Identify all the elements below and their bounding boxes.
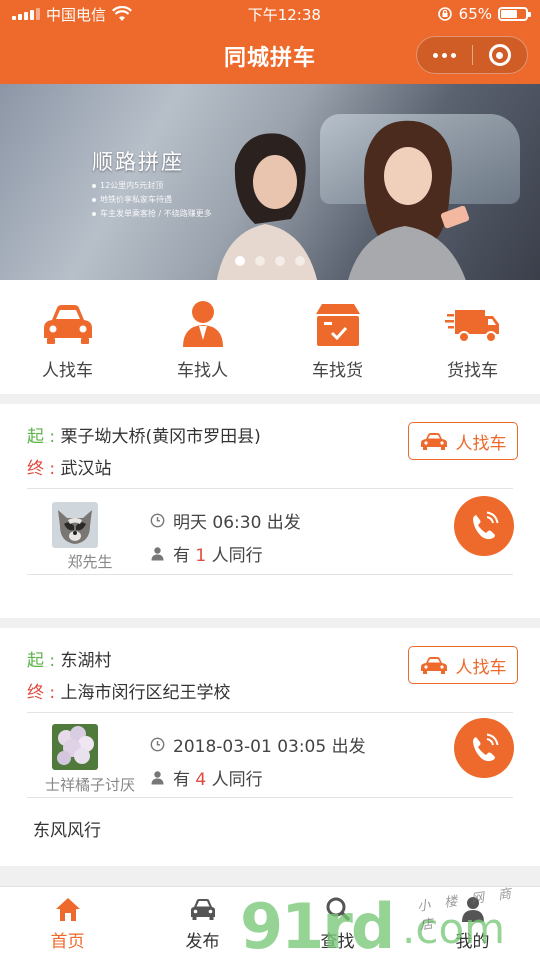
tab-search[interactable]: 查找 [270, 887, 405, 960]
banner-dot[interactable] [255, 256, 265, 266]
tab-publish[interactable]: 发布 [135, 887, 270, 960]
more-button[interactable] [417, 37, 472, 73]
banner-dot[interactable] [275, 256, 285, 266]
car-icon [190, 899, 215, 920]
signal-icon [12, 8, 40, 20]
departure-time: 2018-03-01 03:05 出发 [150, 732, 366, 757]
category-label: 人找车 [42, 361, 93, 381]
trip-card[interactable]: 起 : 东湖村 终 : 上海市闵行区纪王学校 人找车 士祥橘子讨厌 2018-0… [0, 628, 540, 866]
tab-label: 首页 [50, 932, 85, 952]
category-label: 车找货 [312, 361, 363, 381]
carrier-name: 中国电信 [46, 5, 107, 24]
raccoon-avatar-image [52, 502, 98, 548]
divider [27, 488, 513, 489]
home-icon [55, 898, 80, 921]
rotation-lock-icon [437, 7, 452, 21]
divider [27, 797, 513, 798]
person-icon [151, 547, 164, 561]
close-mini-program-button[interactable] [473, 37, 528, 73]
trip-card[interactable]: 起 : 栗子坳大桥(黄冈市罗田县) 终 : 武汉站 人找车 郑先生 明天 06:… [0, 404, 540, 618]
car-icon [420, 657, 447, 674]
tab-mine[interactable]: 我的 [405, 887, 540, 960]
category-label: 车找人 [177, 361, 228, 381]
clock-icon [150, 513, 165, 528]
banner-line: 车主发单乘客抢 / 不绕路赚更多 [92, 208, 212, 219]
avatar[interactable] [52, 502, 98, 548]
category-car-find-cargo[interactable]: 车找货 [270, 280, 405, 394]
tab-home[interactable]: 首页 [0, 887, 135, 960]
trip-end: 终 : 上海市闵行区纪王学校 [27, 683, 231, 703]
tab-label: 查找 [320, 932, 355, 952]
tab-label: 发布 [185, 932, 220, 952]
user-name: 郑先生 [67, 553, 113, 571]
cargo-box-icon [315, 304, 360, 346]
battery-icon [498, 7, 531, 21]
more-dots-icon [432, 52, 456, 58]
banner-line: 地铁价享私家车待遇 [92, 194, 172, 205]
car-icon [420, 433, 447, 450]
user-icon [461, 897, 484, 922]
target-icon [488, 44, 511, 66]
phone-icon [473, 733, 499, 762]
avatar[interactable] [52, 724, 98, 770]
trip-start: 起 : 栗子坳大桥(黄冈市罗田县) [27, 427, 261, 447]
category-nav: 人找车 车找人 车找货 货找车 [0, 280, 540, 394]
companion-count: 有 1 人同行 [150, 541, 263, 566]
category-people-find-car[interactable]: 人找车 [0, 280, 135, 394]
tab-bar: 首页 发布 查找 我的 [0, 886, 540, 960]
person-icon [182, 301, 223, 347]
status-bar: 中国电信 下午12:38 65% [0, 0, 540, 28]
promo-banner[interactable]: 顺路拼座 12公里内5元封顶 地铁价享私家车待遇 车主发单乘客抢 / 不绕路赚更… [0, 84, 540, 280]
person-icon [151, 771, 164, 785]
trip-start: 起 : 东湖村 [27, 651, 112, 671]
flower-avatar-image [52, 724, 98, 770]
trip-type-label: 人找车 [455, 657, 507, 678]
banner-title: 顺路拼座 [92, 150, 184, 174]
user-name: 士祥橘子讨厌 [44, 776, 135, 794]
tab-label: 我的 [455, 932, 490, 952]
clock-icon [150, 737, 165, 752]
trip-type-label: 人找车 [455, 433, 507, 454]
phone-icon [473, 511, 499, 540]
mini-program-capsule [416, 36, 528, 74]
call-button[interactable] [454, 496, 514, 556]
call-button[interactable] [454, 718, 514, 778]
category-cargo-find-car[interactable]: 货找车 [405, 280, 540, 394]
truck-icon [444, 310, 499, 343]
banner-line: 12公里内5元封顶 [92, 180, 163, 191]
banner-dot[interactable] [295, 256, 305, 266]
departure-time: 明天 06:30 出发 [150, 508, 301, 533]
status-time: 下午12:38 [247, 5, 321, 24]
trip-remark: 东风风行 [33, 821, 101, 841]
header: 同城拼车 [0, 28, 540, 84]
trip-type-tag[interactable]: 人找车 [408, 422, 518, 460]
top-bar: 中国电信 下午12:38 65% 同城拼车 [0, 0, 540, 84]
car-icon [43, 305, 92, 344]
trip-type-tag[interactable]: 人找车 [408, 646, 518, 684]
wifi-icon [112, 6, 132, 21]
search-icon [326, 897, 350, 922]
page-title: 同城拼车 [223, 46, 316, 71]
banner-indicators [0, 256, 540, 266]
category-label: 货找车 [447, 361, 498, 381]
companion-count: 有 4 人同行 [150, 765, 263, 790]
trip-end: 终 : 武汉站 [27, 459, 112, 479]
battery-percent: 65% [458, 5, 492, 23]
divider [27, 712, 513, 713]
category-car-find-people[interactable]: 车找人 [135, 280, 270, 394]
banner-dot[interactable] [235, 256, 245, 266]
divider [27, 574, 513, 575]
